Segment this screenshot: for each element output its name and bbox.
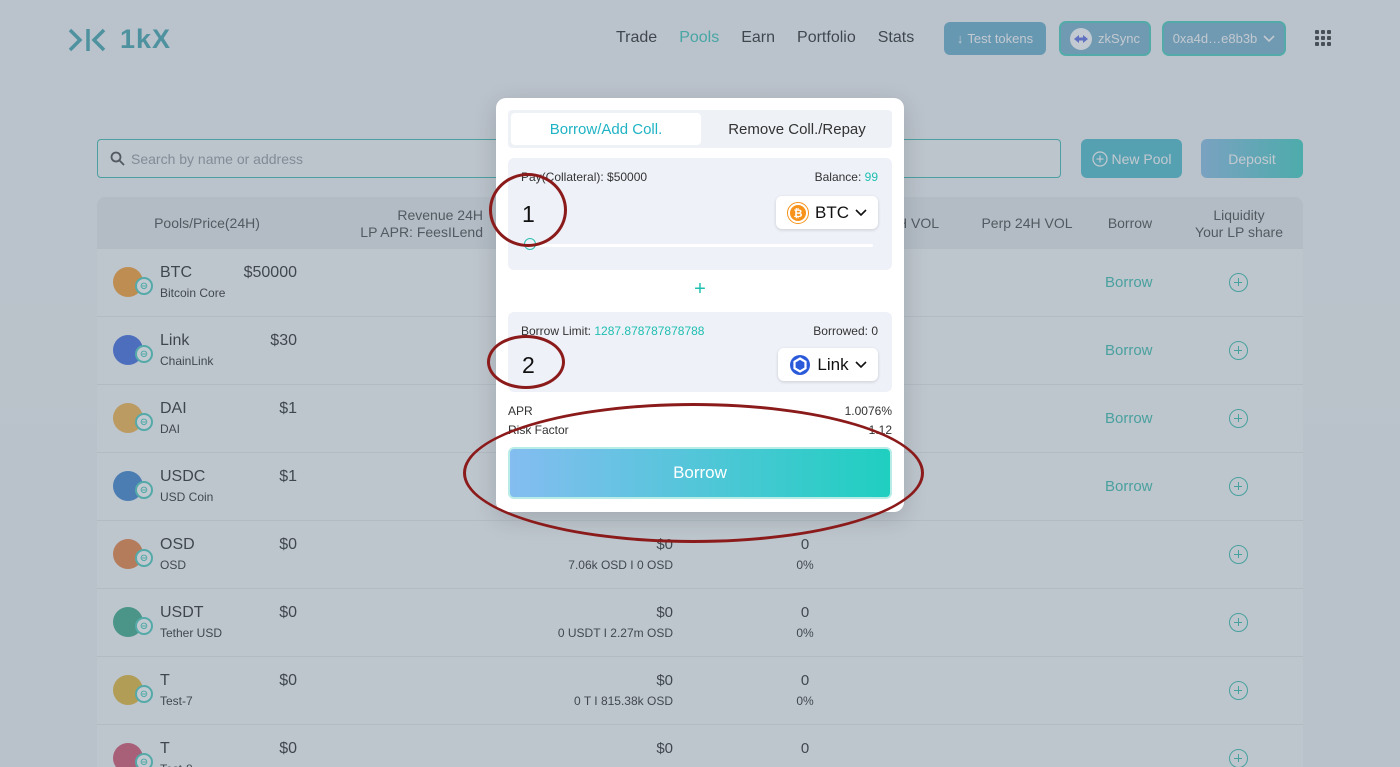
borrowed-label: Borrowed: 0 bbox=[813, 324, 878, 338]
svg-text:₿: ₿ bbox=[794, 207, 803, 220]
tab-borrow-add-collateral[interactable]: Borrow/Add Coll. bbox=[511, 113, 701, 145]
apr-row: APR 1.0076% bbox=[508, 404, 892, 418]
pay-collateral-label: Pay(Collateral): $50000 bbox=[521, 170, 648, 184]
plus-icon: + bbox=[694, 278, 706, 300]
borrow-limit-value: 1287.878787878788 bbox=[594, 324, 705, 338]
risk-factor-row: Risk Factor 1.12 bbox=[508, 423, 892, 437]
btc-icon: ₿ bbox=[787, 201, 809, 224]
collateral-slider-track[interactable] bbox=[523, 244, 873, 247]
borrow-modal: Borrow/Add Coll. Remove Coll./Repay Pay(… bbox=[496, 98, 904, 512]
chainlink-icon bbox=[789, 354, 811, 376]
borrow-token-select[interactable]: Link bbox=[778, 348, 878, 381]
chevron-down-icon bbox=[855, 208, 867, 216]
borrow-limit-label: Borrow Limit: bbox=[521, 324, 592, 338]
balance-info: Balance: 99 bbox=[815, 170, 878, 184]
risk-factor-value: 1.12 bbox=[868, 423, 892, 437]
collateral-amount-input[interactable]: 1 bbox=[522, 201, 535, 228]
balance-value: 99 bbox=[864, 170, 878, 184]
borrow-submit-button[interactable]: Borrow bbox=[508, 447, 892, 499]
balance-label: Balance: bbox=[814, 170, 862, 184]
tab-remove-collateral-repay[interactable]: Remove Coll./Repay bbox=[702, 113, 892, 145]
borrow-panel: Borrow Limit: 1287.878787878788 Borrowed… bbox=[508, 312, 892, 392]
modal-tabs: Borrow/Add Coll. Remove Coll./Repay bbox=[508, 110, 892, 148]
borrow-amount-input[interactable]: 2 bbox=[522, 352, 535, 379]
collateral-panel: Pay(Collateral): $50000 Balance: 99 1 ₿ … bbox=[508, 158, 892, 270]
risk-factor-label: Risk Factor bbox=[508, 423, 569, 437]
collateral-slider-handle[interactable] bbox=[524, 238, 536, 250]
apr-label: APR bbox=[508, 404, 533, 418]
borrow-limit-info: Borrow Limit: 1287.878787878788 bbox=[521, 324, 704, 338]
collateral-token-select[interactable]: ₿ BTC bbox=[776, 196, 878, 229]
chevron-down-icon bbox=[855, 360, 867, 368]
collateral-token-label: BTC bbox=[815, 202, 849, 222]
apr-value: 1.0076% bbox=[844, 404, 892, 418]
borrow-token-label: Link bbox=[817, 354, 849, 374]
